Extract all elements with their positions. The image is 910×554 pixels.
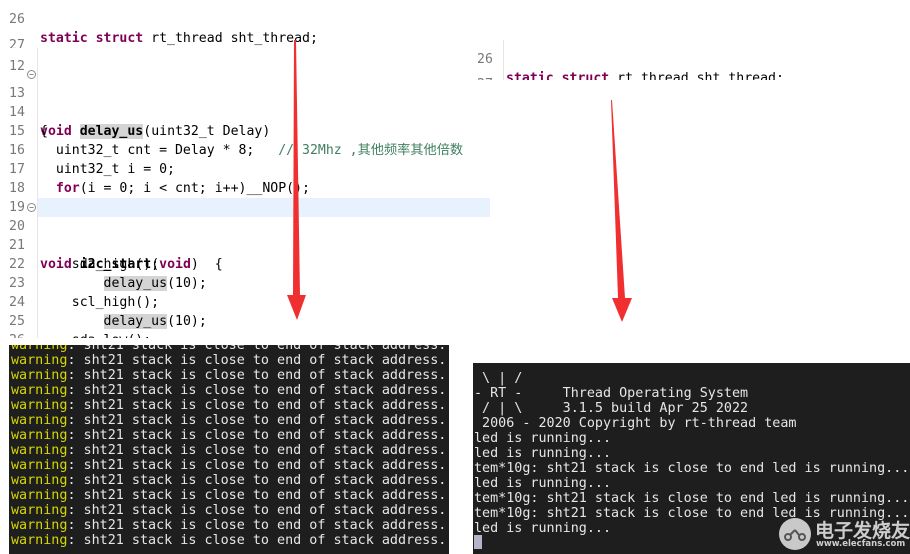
left-editor-main: 12 13 − void delay_us(uint32_t Delay) 14…: [0, 48, 490, 338]
terminal-line: led is running...: [474, 431, 612, 446]
right-editor: 26 static struct rt_thread sht_thread; 2…: [468, 40, 808, 80]
warning-label: warning: [11, 488, 68, 503]
red-arrow-left: [287, 40, 306, 320]
code-line: 27 static char sht_thread_stack[192];: [0, 17, 310, 72]
terminal-cursor: [474, 535, 482, 549]
code-line: 26 static struct rt_thread sht_thread;: [0, 0, 318, 46]
warning-message: : sht21 stack is close to end of stack a…: [67, 345, 447, 353]
code-line: 25 sda_low();: [0, 293, 151, 338]
code-line: 21 sda_high();: [0, 217, 159, 272]
code-line: 26 delay_us(10);: [0, 312, 32, 338]
code-line: 24 delay_us(10);: [0, 274, 207, 329]
warning-message: : sht21 stack is close to end of stack a…: [67, 353, 447, 368]
terminal-line: warning: sht21 stack is close to end of …: [11, 443, 446, 458]
warning-message: : sht21 stack is close to end of stack a…: [67, 413, 447, 428]
terminal-line: \ | /: [474, 371, 523, 386]
warning-message: : sht21 stack is close to end of stack a…: [67, 488, 447, 503]
terminal-line: tem*10g: sht21 stack is close to end led…: [474, 461, 910, 476]
watermark: 电子发烧友 www.elecfans.com: [775, 514, 910, 554]
line-number: 26: [0, 331, 36, 338]
code-line: 28: [0, 37, 32, 43]
red-arrow-right: [611, 100, 632, 322]
warning-label: warning: [11, 428, 68, 443]
arrow-head: [287, 295, 306, 320]
warning-message: : sht21 stack is close to end of stack a…: [67, 443, 447, 458]
code-line: 12: [0, 48, 32, 74]
code-line: 18 }: [0, 160, 48, 215]
terminal-line: led is running...: [474, 521, 612, 536]
code-line: 20 − void i2c_start(void) {: [0, 198, 223, 272]
warning-label: warning: [11, 473, 68, 488]
terminal-line: warning: sht21 stack is close to end of …: [11, 413, 446, 428]
code-line: 17 for(i = 0; i < cnt; i++)__NOP();: [0, 141, 310, 196]
code-line: 22 delay_us(10);: [0, 236, 207, 291]
terminal-line: 2006 - 2020 Copyright by rt-thread team: [474, 416, 797, 431]
warning-label: warning: [11, 413, 68, 428]
code-line: 15 uint32_t cnt = Delay * 8; // 32Mhz ,其…: [0, 103, 463, 158]
warning-message: : sht21 stack is close to end of stack a…: [67, 458, 447, 473]
code-line: 23 scl_high();: [0, 255, 159, 310]
code-line: 19: [0, 179, 32, 215]
warning-message: : sht21 stack is close to end of stack a…: [67, 428, 447, 443]
left-editor-top: 26 static struct rt_thread sht_thread; 2…: [0, 0, 330, 72]
code-line: 16 uint32_t i = 0;: [0, 122, 175, 177]
terminal-line: - RT - Thread Operating System: [474, 386, 749, 401]
warning-label: warning: [11, 503, 68, 518]
warning-label: warning: [11, 353, 68, 368]
warning-label: warning: [11, 458, 68, 473]
warning-message: : sht21 stack is close to end of stack a…: [67, 383, 447, 398]
terminal-line: warning: sht21 stack is close to end of …: [11, 368, 446, 383]
terminal-line: warning: sht21 stack is close to end of …: [11, 518, 446, 533]
code-line: 14 {: [0, 84, 48, 139]
arrow-shaft: [611, 100, 625, 298]
warning-message: : sht21 stack is close to end of stack a…: [67, 398, 447, 413]
warning-label: warning: [11, 443, 68, 458]
terminal-line: ": [474, 363, 483, 371]
terminal-line: warning: sht21 stack is close to end of …: [11, 458, 446, 473]
arrow-head: [612, 298, 632, 322]
warning-message: : sht21 stack is close to end of stack a…: [67, 368, 447, 383]
line-number: 27: [468, 75, 504, 80]
warning-label: warning: [11, 345, 68, 353]
warning-message: : sht21 stack is close to end of stack a…: [67, 518, 447, 533]
elecfans-logo-icon: [779, 518, 811, 550]
gutter-divider: [37, 48, 38, 338]
left-terminal[interactable]: warning: sht21 stack is close to end of …: [9, 345, 449, 554]
code-line: 27 static char sht_thread_stack[256];: [468, 56, 500, 80]
terminal-line: warning: sht21 stack is close to end of …: [11, 533, 446, 548]
terminal-line: warning: sht21 stack is close to end of …: [11, 345, 446, 353]
current-line-highlight: [38, 198, 490, 217]
watermark-url: www.elecfans.com: [816, 539, 906, 549]
warning-label: warning: [11, 533, 68, 548]
warning-label: warning: [11, 383, 68, 398]
terminal-line: led is running...: [474, 446, 612, 461]
terminal-line: warning: sht21 stack is close to end of …: [11, 353, 446, 368]
terminal-line: tem*10g: sht21 stack is close to end led…: [474, 491, 910, 506]
function-call[interactable]: delay_us: [103, 314, 168, 329]
code-line: 26 static struct rt_thread sht_thread;: [468, 40, 784, 80]
terminal-line: warning: sht21 stack is close to end of …: [11, 503, 446, 518]
fold-collapse-icon[interactable]: −: [27, 70, 36, 79]
warning-label: warning: [11, 398, 68, 413]
code-text: rt_thread sht_thread;: [617, 71, 784, 80]
function-call[interactable]: delay_us: [103, 276, 168, 291]
terminal-line: warning: sht21 stack is close to end of …: [11, 398, 446, 413]
terminal-line: led is running...: [474, 476, 612, 491]
terminal-line: warning: sht21 stack is close to end of …: [11, 488, 446, 503]
terminal-line: warning: sht21 stack is close to end of …: [11, 383, 446, 398]
warning-message: : sht21 stack is close to end of stack a…: [67, 503, 447, 518]
terminal-line: warning: sht21 stack is close to end of …: [11, 473, 446, 488]
warning-label: warning: [11, 518, 68, 533]
fold-collapse-icon[interactable]: −: [27, 203, 36, 212]
terminal-line: warning: sht21 stack is close to end of …: [11, 428, 446, 443]
terminal-line: / | \ 3.1.5 build Apr 25 2022: [474, 401, 749, 416]
arrow-shaft: [293, 40, 300, 295]
warning-message: : sht21 stack is close to end of stack a…: [67, 473, 447, 488]
code-line: 13 − void delay_us(uint32_t Delay): [0, 65, 490, 139]
warning-message: : sht21 stack is close to end of stack a…: [67, 533, 447, 548]
warning-label: warning: [11, 368, 68, 383]
function-name[interactable]: delay_us: [79, 124, 144, 139]
